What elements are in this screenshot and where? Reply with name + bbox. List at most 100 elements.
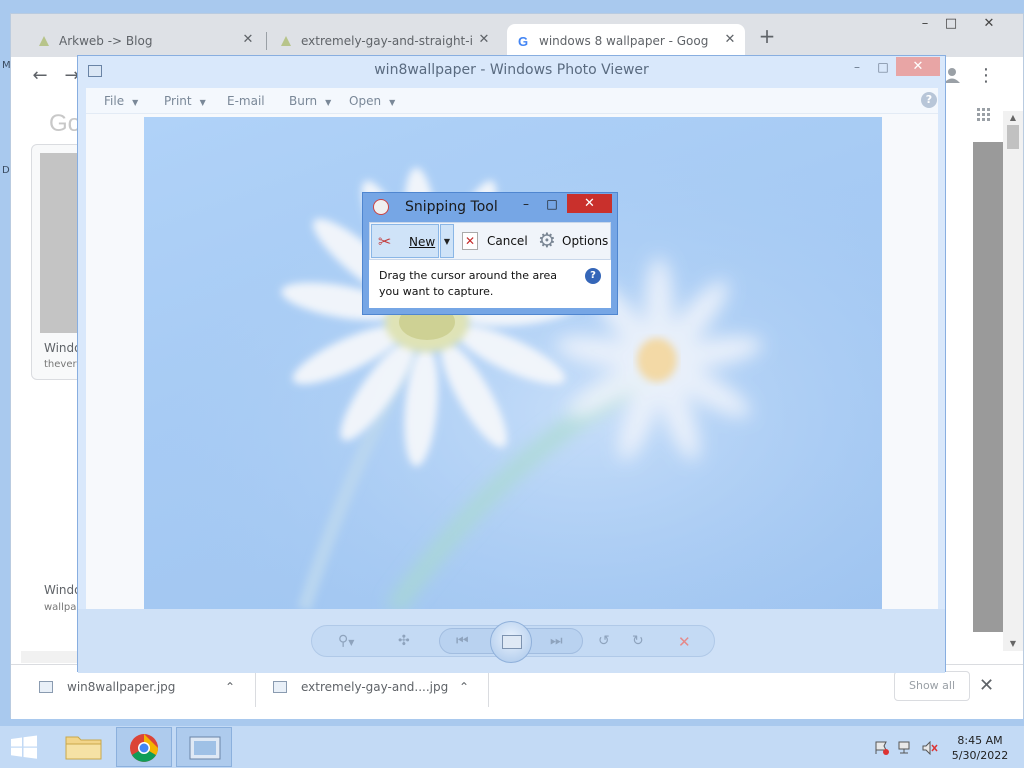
tab-close-icon[interactable]: ✕ [239,31,257,49]
download-separator [488,673,489,707]
menu-print[interactable]: Print ▼ [164,94,206,108]
taskbar: 8:45 AM 5/30/2022 [0,726,1024,768]
photo-viewer-menubar: File ▼ Print ▼ E-mail Burn ▼ Open ▼ ? [86,88,938,114]
rotate-ccw-icon[interactable]: ↺ [598,633,610,649]
instruction-text: Drag the cursor around the area you want… [379,269,558,298]
zoom-icon[interactable]: ⚲▼ [338,633,354,649]
menu-label: Burn [289,94,318,108]
cancel-label: Cancel [487,234,528,248]
window-title: Snipping Tool [405,199,498,215]
options-button[interactable]: ⚙ Options [534,224,610,258]
folder-icon [65,736,102,760]
apps-grid-icon[interactable] [973,106,995,128]
close-window-button[interactable]: ✕ [896,57,940,76]
next-icon[interactable]: ⏭ [550,633,563,649]
slideshow-button[interactable] [490,621,532,663]
tab-title: windows 8 wallpaper - Google Search [539,33,709,48]
menu-open[interactable]: Open ▼ [349,94,395,108]
scroll-down-icon[interactable]: ▼ [1007,639,1019,648]
minimize-button[interactable]: – [846,60,868,76]
caret-down-icon: ▼ [132,98,139,107]
daisy-photo-illustration [144,117,882,609]
tab-arkweb-blog[interactable]: Arkweb -> Blog ✕ [37,24,263,57]
chevron-up-icon[interactable]: ⌃ [459,680,469,694]
download-filename: extremely-gay-and....jpg [301,680,449,694]
tab-google-search[interactable]: G windows 8 wallpaper - Google Search ✕ [507,24,745,57]
chrome-tab-strip: Arkweb -> Blog ✕ extremely-gay-and-strai… [11,14,1023,57]
wallpaper-photo [144,117,882,609]
show-all-button[interactable]: Show all [894,671,970,701]
slideshow-icon [502,635,522,649]
maximize-button[interactable]: □ [872,60,894,76]
svg-text:G: G [518,34,528,48]
menu-burn[interactable]: Burn ▼ [289,94,331,108]
clock-time: 8:45 AM [957,734,1003,747]
volume-muted-icon[interactable] [922,740,938,756]
snipping-tool-window: Snipping Tool – □ ✕ ✂ New ▼ ✕ Cancel ⚙ O… [362,192,618,315]
previous-icon[interactable]: ⏮ [456,633,469,649]
back-button[interactable]: ← [29,65,51,87]
minimize-button[interactable]: – [914,16,936,32]
download-filename: win8wallpaper.jpg [67,680,176,694]
network-icon[interactable] [898,741,914,755]
scroll-thumb[interactable] [1007,125,1019,149]
download-item-win8wallpaper[interactable]: win8wallpaper.jpg ⌃ [39,673,249,701]
tab-extremely-gay[interactable]: extremely-gay-and-straight-is-it ✕ [279,24,499,57]
menu-label: File [104,94,125,108]
menu-label: E-mail [227,94,265,108]
maximize-button[interactable]: □ [940,16,962,32]
tab-title: Arkweb -> Blog [59,33,153,48]
tab-close-icon[interactable]: ✕ [475,31,493,49]
snipping-tool-app-icon [373,199,389,215]
desktop-edge-text: D [2,165,10,176]
tab-close-icon[interactable]: ✕ [721,31,739,49]
new-snip-button[interactable]: ✂ New [371,224,439,258]
blog-favicon-icon [37,34,51,48]
taskbar-chrome[interactable] [116,727,172,767]
caret-down-icon: ▼ [389,98,396,107]
new-label: New [409,235,436,249]
caret-down-icon: ▼ [199,98,206,107]
window-title: win8wallpaper - Windows Photo Viewer [374,62,649,78]
menu-file[interactable]: File ▼ [104,94,138,108]
start-button[interactable] [10,735,38,759]
cancel-icon: ✕ [462,232,478,250]
scroll-up-icon[interactable]: ▲ [1007,113,1019,122]
delete-icon[interactable]: ✕ [678,633,691,651]
menu-label: Print [164,94,192,108]
page-scrollbar[interactable]: ▲ ▼ [1003,111,1023,651]
help-icon[interactable]: ? [921,92,937,108]
rotate-cw-icon[interactable]: ↻ [632,633,644,649]
snipping-tool-titlebar[interactable]: Snipping Tool – □ ✕ [363,193,617,220]
windows-logo-icon [11,735,37,759]
fit-window-icon[interactable]: ✣ [398,633,410,649]
blog-favicon-icon [279,34,293,48]
options-label: Options [562,234,609,248]
close-downloads-icon[interactable]: ✕ [979,675,994,696]
action-center-flag-icon[interactable] [874,741,890,755]
minimize-button[interactable]: – [515,195,537,213]
menu-email[interactable]: E-mail [227,94,265,108]
maximize-button[interactable]: □ [541,195,563,213]
gear-icon: ⚙ [538,228,556,252]
system-clock[interactable]: 8:45 AM 5/30/2022 [945,733,1015,763]
desktop-edge-text: M [2,60,11,71]
result-title: Windo [44,341,82,355]
close-window-button[interactable]: ✕ [567,194,612,213]
snipping-instructions: Drag the cursor around the area you want… [369,260,611,308]
close-window-button[interactable]: ✕ [971,16,1007,32]
caret-down-icon: ▼ [325,98,332,107]
photo-viewer-icon [189,736,221,760]
cancel-button[interactable]: ✕ Cancel [460,224,530,258]
taskbar-file-explorer[interactable] [56,727,112,767]
taskbar-photo-viewer[interactable] [176,727,232,767]
help-icon[interactable]: ? [585,268,601,284]
photo-viewer-titlebar[interactable]: win8wallpaper - Windows Photo Viewer – □… [78,56,945,86]
download-separator [255,673,256,707]
snip-mode-dropdown[interactable]: ▼ [440,224,454,258]
chrome-menu-button[interactable]: ⋮ [975,65,997,87]
google-favicon-icon: G [517,34,531,49]
chevron-up-icon[interactable]: ⌃ [225,680,235,694]
download-item-extremely-gay[interactable]: extremely-gay-and....jpg ⌃ [273,673,493,701]
new-tab-button[interactable]: + [756,26,778,48]
